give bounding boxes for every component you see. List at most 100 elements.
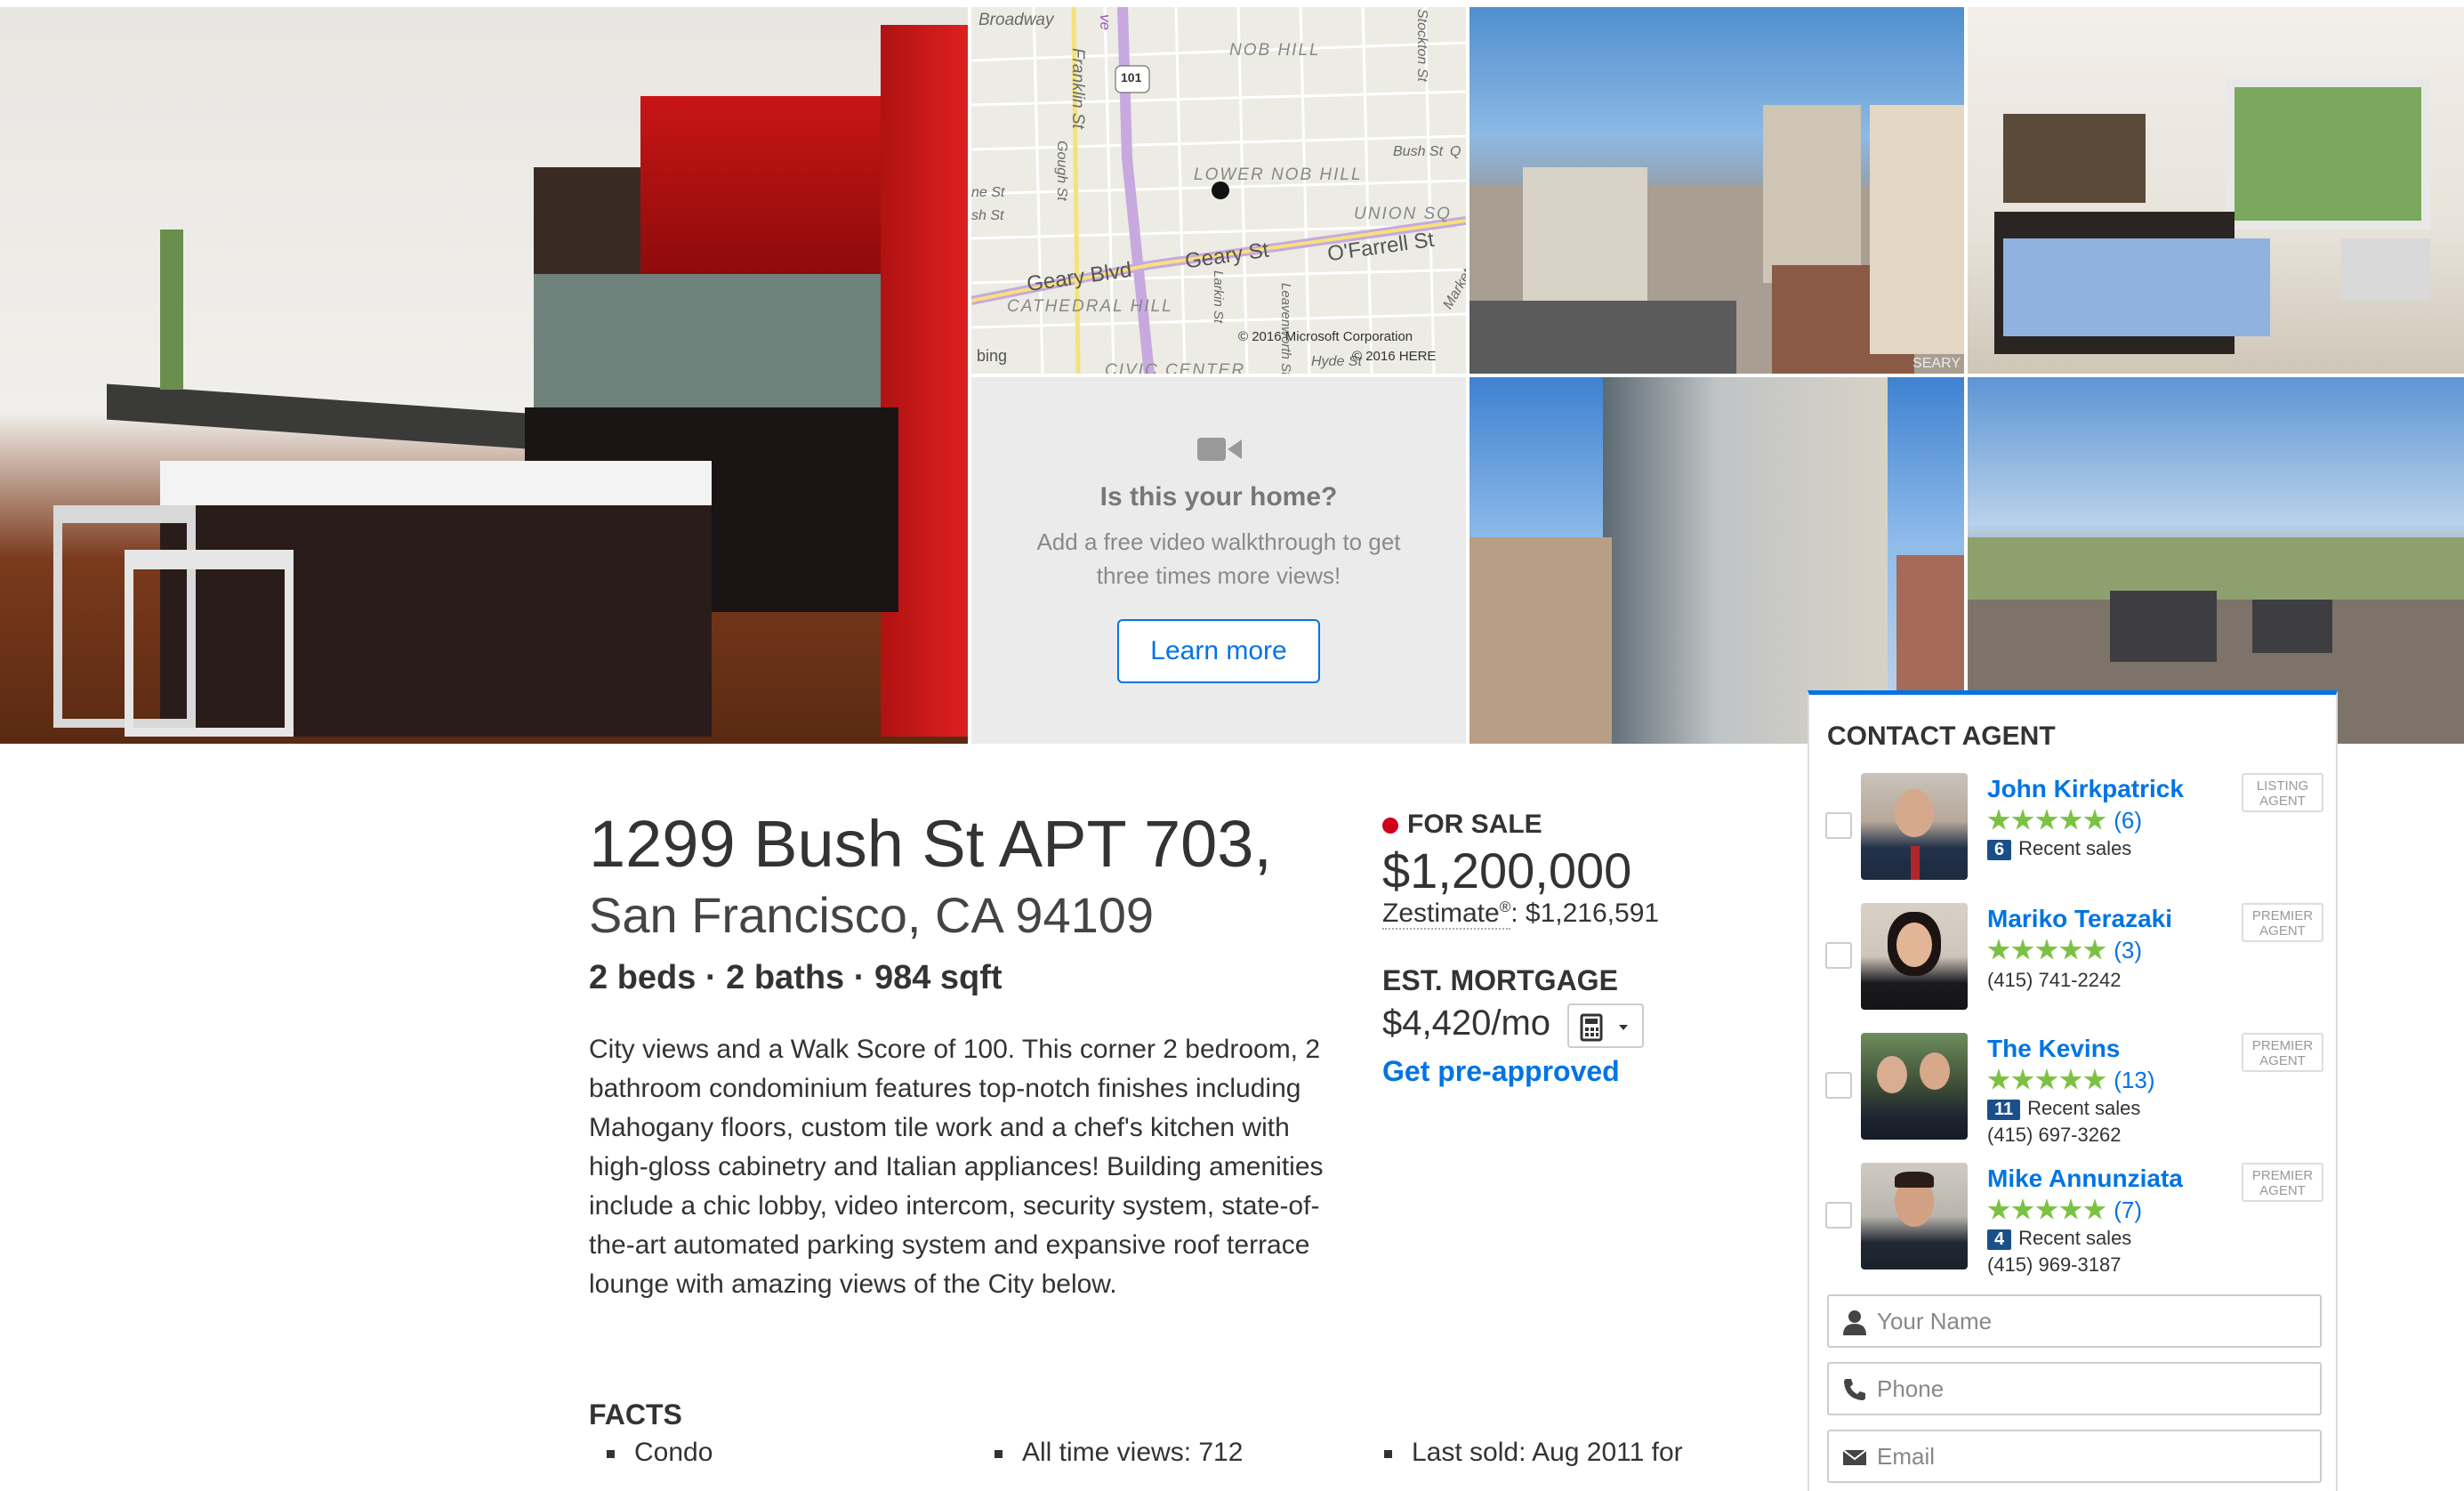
star-icon <box>2011 939 2034 960</box>
badge-line: AGENT <box>2259 1183 2306 1198</box>
map-label-street: Gough St <box>1054 141 1069 201</box>
map-copyright: © 2016 HERE <box>1352 349 1437 364</box>
get-pre-approved-link[interactable]: Get pre-approved <box>1382 1055 1620 1088</box>
beds-baths-sqft: 2 beds · 2 baths · 984 sqft <box>589 959 1003 996</box>
agent-avatar[interactable] <box>1861 1163 1968 1269</box>
star-icon <box>2059 939 2082 960</box>
phone-input[interactable] <box>1875 1369 2302 1408</box>
registered-mark: ® <box>1499 899 1511 915</box>
building <box>1763 105 1861 283</box>
kitchen-bar-top <box>107 383 525 449</box>
agent-name[interactable]: The Kevins <box>1987 1035 2120 1063</box>
bed-blanket <box>2003 238 2270 336</box>
sales-label: Recent sales <box>2018 1227 2132 1249</box>
mortgage-calculator-button[interactable] <box>1567 1003 1644 1048</box>
agent-type-badge: PREMIER AGENT <box>2242 1163 2323 1202</box>
badge-line: AGENT <box>2259 923 2306 939</box>
map-label-street: Bush St <box>1393 144 1444 159</box>
sales-count-badge: 11 <box>1987 1100 2021 1120</box>
map-label-neighborhood: UNION SQ <box>1354 205 1452 223</box>
name-field[interactable] <box>1827 1294 2322 1348</box>
photo-kitchen[interactable] <box>0 7 968 744</box>
map-label-partial: sh St <box>971 208 1004 223</box>
learn-more-button[interactable]: Learn more <box>1117 619 1320 683</box>
location-map[interactable]: Broadway Franklin St Gough St Stockton S… <box>971 7 1466 374</box>
agent-checkbox[interactable] <box>1825 1202 1852 1229</box>
agent-name[interactable]: Mariko Terazaki <box>1987 905 2172 933</box>
review-count: (3) <box>2114 937 2143 963</box>
agent-rating[interactable]: (13) <box>1987 1067 2154 1094</box>
photo-watermark: SEARY <box>1912 356 1961 371</box>
agent-avatar[interactable] <box>1861 903 1968 1010</box>
agent-type-badge: LISTING AGENT <box>2242 773 2323 812</box>
ac-unit <box>2341 238 2430 301</box>
email-input[interactable] <box>1875 1437 2302 1476</box>
photo-roof-terrace[interactable] <box>1968 377 2464 744</box>
agent-phone[interactable]: (415) 697-3262 <box>1987 1124 2121 1147</box>
window <box>2226 78 2430 230</box>
photo-building-exterior[interactable] <box>1470 377 1964 744</box>
map-label-street: Franklin St <box>1068 48 1087 129</box>
sales-count-badge: 6 <box>1987 840 2012 860</box>
rooftop <box>1470 301 1736 374</box>
building-facade <box>1603 377 1888 744</box>
badge-line: LISTING <box>2256 778 2309 794</box>
agent-phone[interactable]: (415) 969-3187 <box>1987 1253 2121 1277</box>
agent-avatar[interactable] <box>1861 1033 1968 1140</box>
agent-phone[interactable]: (415) 741-2242 <box>1987 969 2121 992</box>
photo-city-view[interactable]: SEARY <box>1470 7 1964 374</box>
agent-card: The Kevins (13) 11 Recent sales (415) 697… <box>1809 1033 2339 1148</box>
badge-line: PREMIER <box>2251 1038 2314 1053</box>
zestimate-value: : $1,216,591 <box>1510 899 1660 928</box>
star-icon <box>1987 939 2010 960</box>
review-count: (6) <box>2114 807 2143 834</box>
email-field[interactable] <box>1827 1430 2322 1483</box>
agent-rating[interactable]: (3) <box>1987 937 2142 964</box>
map-label-neighborhood: CATHEDRAL HILL <box>1007 297 1173 316</box>
star-icon <box>2035 1198 2058 1220</box>
mortgage-heading: EST. MORTGAGE <box>1382 964 1618 996</box>
map-label-partial: ve <box>1097 14 1114 30</box>
contact-agent-panel: CONTACT AGENT John Kirkpatrick (6) 6 Rece… <box>1808 690 2338 1491</box>
badge-line: AGENT <box>2259 1053 2306 1068</box>
star-icon <box>2083 1198 2106 1220</box>
star-icon <box>2035 1068 2058 1090</box>
star-icon <box>1987 1198 2010 1220</box>
agent-card: Mariko Terazaki (3) (415) 741-2242 PREMI… <box>1809 903 2339 1019</box>
sales-count-badge: 4 <box>1987 1229 2012 1250</box>
agent-checkbox[interactable] <box>1825 812 1852 839</box>
agent-checkbox[interactable] <box>1825 1072 1852 1099</box>
kitchen-tile-wall <box>534 274 881 416</box>
map-label-neighborhood: NOB HILL <box>1229 41 1321 60</box>
mortgage-value: $4,420/mo <box>1382 1003 1551 1043</box>
highway-shield-label: 101 <box>1121 70 1142 85</box>
photo-bedroom[interactable] <box>1968 7 2464 374</box>
badge-line: PREMIER <box>2251 1168 2314 1183</box>
cta-title: Is this your home? <box>1099 482 1338 512</box>
star-icon <box>2035 939 2058 960</box>
calculator-icon <box>1580 1013 1628 1042</box>
map-label-partial: ne St <box>971 185 1005 200</box>
review-count: (7) <box>2114 1197 2143 1223</box>
status-dot-icon <box>1382 818 1398 834</box>
agent-checkbox[interactable] <box>1825 942 1852 969</box>
star-icon <box>2083 939 2106 960</box>
zestimate-label[interactable]: Zestimate® <box>1382 899 1511 930</box>
name-input[interactable] <box>1875 1302 2302 1341</box>
map-label-street: Larkin St <box>1211 270 1226 324</box>
agent-rating[interactable]: (7) <box>1987 1197 2142 1224</box>
sale-status-label: FOR SALE <box>1407 810 1542 839</box>
agent-rating[interactable]: (6) <box>1987 807 2142 834</box>
agent-name[interactable]: John Kirkpatrick <box>1987 775 2184 803</box>
plant-vase <box>160 230 183 390</box>
person-icon <box>1843 1310 1866 1335</box>
wall-art <box>2003 114 2146 203</box>
phone-field[interactable] <box>1827 1362 2322 1415</box>
recent-sales: 6 Recent sales <box>1987 837 2131 860</box>
facts-heading: FACTS <box>589 1398 682 1431</box>
badge-line: PREMIER <box>2251 908 2314 923</box>
agent-name[interactable]: Mike Annunziata <box>1987 1165 2183 1193</box>
agent-avatar[interactable] <box>1861 773 1968 880</box>
neighbor-building <box>1470 537 1612 744</box>
star-icon <box>1987 1068 2010 1090</box>
